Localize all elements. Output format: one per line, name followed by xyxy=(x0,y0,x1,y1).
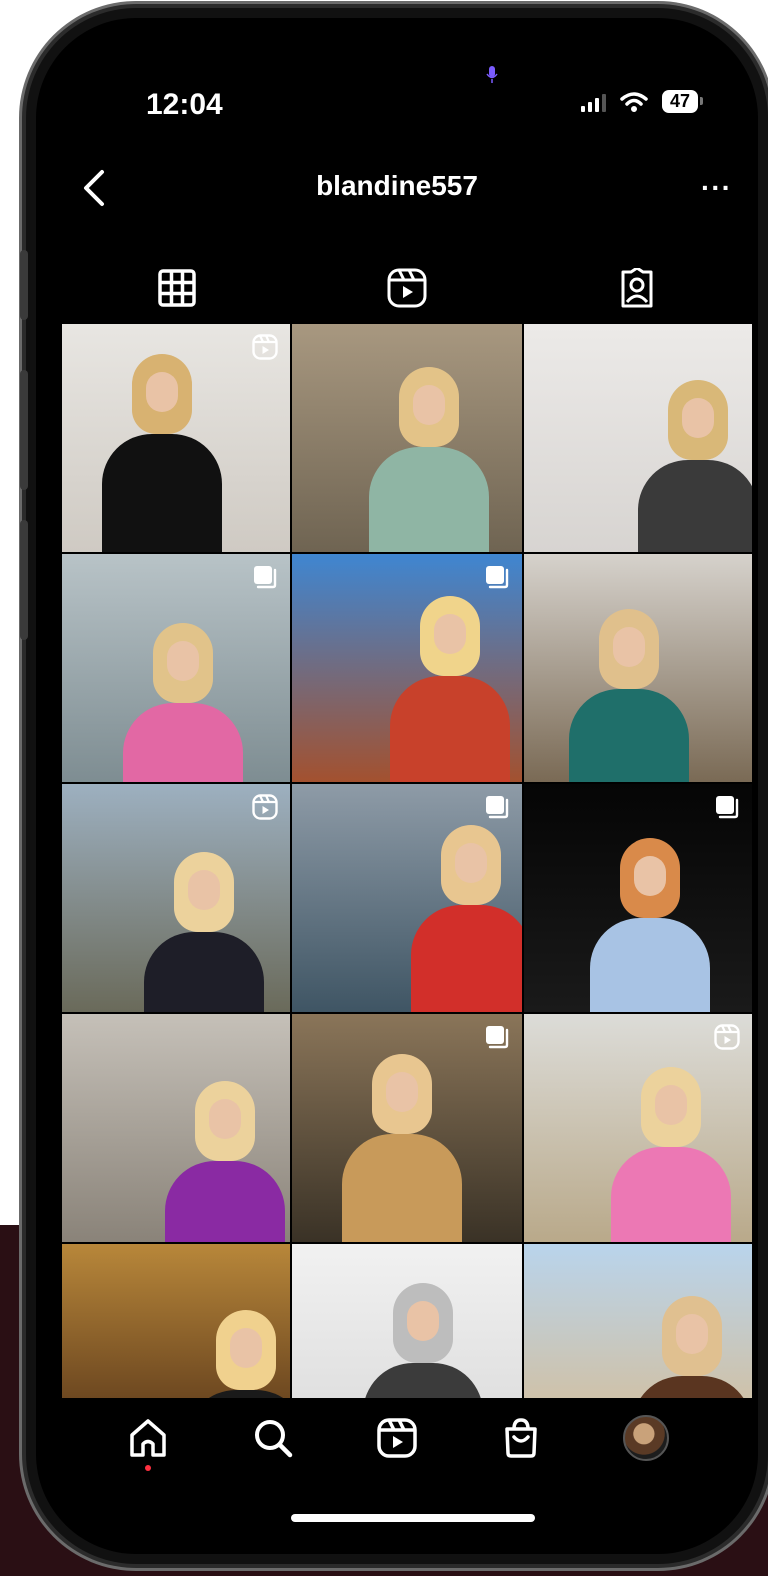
nav-profile[interactable] xyxy=(621,1413,671,1463)
post-figure-face xyxy=(676,1314,708,1354)
post-figure-face xyxy=(407,1301,439,1341)
reels-icon xyxy=(387,268,427,308)
mute-switch xyxy=(20,250,28,320)
post-thumbnail[interactable] xyxy=(62,324,290,552)
reel-badge-icon xyxy=(714,1024,740,1050)
tab-reels[interactable] xyxy=(292,258,522,318)
post-thumbnail[interactable] xyxy=(292,1014,522,1242)
post-thumbnail[interactable] xyxy=(62,784,290,1012)
volume-down-button xyxy=(20,520,28,640)
home-indicator[interactable] xyxy=(291,1514,535,1522)
post-figure-face xyxy=(386,1072,418,1112)
microphone-indicator-icon xyxy=(486,66,498,83)
cellular-signal-icon xyxy=(580,92,606,112)
post-thumbnail[interactable] xyxy=(524,784,752,1012)
post-figure-face xyxy=(613,627,645,667)
post-figure-garment xyxy=(369,447,489,552)
carousel-badge-icon xyxy=(484,1024,510,1050)
post-figure-garment xyxy=(186,1390,290,1398)
post-thumbnail[interactable] xyxy=(292,554,522,782)
profile-tabs xyxy=(62,258,752,318)
post-figure-garment xyxy=(632,1376,752,1398)
profile-username: blandine557 xyxy=(316,170,478,201)
post-thumbnail[interactable] xyxy=(62,1014,290,1242)
post-figure-face xyxy=(634,856,666,896)
post-thumbnail[interactable] xyxy=(292,1244,522,1398)
post-figure-garment xyxy=(342,1134,462,1242)
post-thumbnail[interactable] xyxy=(524,324,752,552)
bottom-navigation xyxy=(36,1398,758,1478)
profile-header: blandine557 ··· xyxy=(36,168,758,208)
post-thumbnail[interactable] xyxy=(62,1244,290,1398)
carousel-badge-icon xyxy=(714,794,740,820)
post-figure-face xyxy=(209,1099,241,1139)
tagged-icon xyxy=(621,268,653,308)
posts-grid xyxy=(62,324,752,1398)
nav-search[interactable] xyxy=(248,1413,298,1463)
home-icon xyxy=(130,1419,166,1457)
phone-frame: 12:04 47 blandine557 ··· xyxy=(26,8,768,1564)
post-figure-face xyxy=(167,641,199,681)
post-figure-garment xyxy=(102,434,222,552)
more-options-button[interactable]: ··· xyxy=(701,172,732,204)
post-thumbnail[interactable] xyxy=(524,1014,752,1242)
reels-icon xyxy=(377,1418,417,1458)
volume-up-button xyxy=(20,370,28,490)
carousel-badge-icon xyxy=(484,794,510,820)
post-figure-face xyxy=(434,614,466,654)
post-figure-garment xyxy=(123,703,243,782)
post-figure-face xyxy=(188,870,220,910)
carousel-badge-icon xyxy=(484,564,510,590)
post-thumbnail[interactable] xyxy=(524,554,752,782)
battery-level: 47 xyxy=(661,90,704,113)
post-figure-garment xyxy=(638,460,752,552)
post-figure-face xyxy=(682,398,714,438)
post-figure-face xyxy=(455,843,487,883)
carousel-badge-icon xyxy=(252,564,278,590)
reel-badge-icon xyxy=(252,334,278,360)
wifi-icon xyxy=(620,91,648,112)
post-figure-garment xyxy=(569,689,689,782)
post-figure-garment xyxy=(590,918,710,1012)
post-thumbnail[interactable] xyxy=(62,554,290,782)
status-indicators: 47 xyxy=(580,90,704,113)
post-figure-face xyxy=(413,385,445,425)
nav-home[interactable] xyxy=(123,1413,173,1471)
post-figure-garment xyxy=(390,676,510,782)
status-time: 12:04 xyxy=(146,88,223,121)
post-figure-garment xyxy=(363,1363,483,1398)
post-thumbnail[interactable] xyxy=(292,324,522,552)
notification-dot xyxy=(145,1465,152,1471)
shop-icon xyxy=(505,1418,538,1458)
post-figure-garment xyxy=(411,905,522,1012)
tab-tagged[interactable] xyxy=(522,258,752,318)
post-figure-garment xyxy=(144,932,264,1012)
post-figure-garment xyxy=(165,1161,285,1242)
post-figure-face xyxy=(230,1328,262,1368)
post-figure-face xyxy=(655,1085,687,1125)
nav-shop[interactable] xyxy=(496,1413,546,1463)
grid-icon xyxy=(158,269,196,307)
phone-screen: 12:04 47 blandine557 ··· xyxy=(36,18,758,1554)
search-icon xyxy=(254,1420,292,1458)
post-figure-face xyxy=(146,372,178,412)
post-figure-garment xyxy=(611,1147,731,1242)
nav-reels[interactable] xyxy=(372,1413,422,1463)
post-thumbnail[interactable] xyxy=(292,784,522,1012)
profile-avatar xyxy=(622,1415,669,1461)
post-thumbnail[interactable] xyxy=(524,1244,752,1398)
tab-posts-grid[interactable] xyxy=(62,258,292,318)
reel-badge-icon xyxy=(252,794,278,820)
